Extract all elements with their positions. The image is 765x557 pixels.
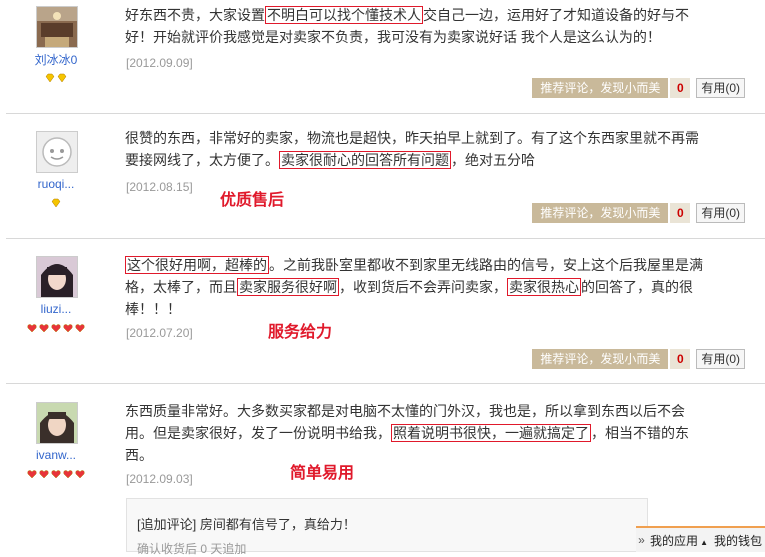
review-date: [2012.07.20] — [126, 326, 193, 340]
heart-icon — [51, 470, 61, 479]
avatar[interactable] — [36, 256, 78, 298]
my-apps-label: 我的应用 — [650, 533, 699, 548]
review-text: 好东西不贵，大家设置 不明白可以找个懂技术人 交自己一边，运用好了才知道设备的好与不… — [125, 4, 705, 48]
review-date: [2012.09.03] — [126, 472, 193, 486]
avatar[interactable] — [36, 6, 78, 48]
annotation-label: 优质售后 — [220, 192, 285, 209]
review-text-segment: ，绝对五分哈 — [451, 152, 535, 168]
my-apps-menu[interactable]: 我的应用 ▲ — [647, 532, 711, 549]
divider — [6, 383, 765, 384]
review-text: 很赞的东西，非常好的卖家，物流也是超快，昨天拍早上就到了。有了这个东西家里就不再… — [125, 127, 705, 171]
review-actions: 推荐评论，发现小而美 0 有用(0) — [532, 78, 745, 98]
recommend-button[interactable]: 推荐评论，发现小而美 — [532, 349, 669, 369]
recommend-count: 0 — [670, 349, 691, 369]
review-text: 东西质量非常好。大多数买家都是对电脑不太懂的门外汉，我也是，所以拿到东西以后不会… — [125, 400, 705, 466]
review-text: 这个很好用啊，超棒的 。之前我卧室里都收不到家里无线路由的信号，安上这个后我屋里是… — [125, 254, 705, 320]
appended-comment: [追加评论] 房间都有信号了，真给力！ 确认收货后 0 天追加 — [126, 498, 648, 556]
review-actions: 推荐评论，发现小而美 0 有用(0) — [532, 349, 745, 369]
heart-icon — [39, 470, 49, 479]
username[interactable]: liuzi... — [22, 302, 90, 316]
annotation-label: 服务给力 — [268, 324, 333, 341]
my-wallet-menu[interactable]: 我的钱包 — [711, 532, 765, 549]
heart-icon — [39, 324, 49, 333]
review-text-segment: ，收到货后不会弄问卖家， — [339, 279, 507, 295]
review-date: [2012.09.09] — [126, 56, 193, 70]
recommend-button[interactable]: 推荐评论，发现小而美 — [532, 203, 669, 223]
highlighted-phrase: 卖家很耐心的回答所有问题 — [279, 151, 451, 169]
rank-badges — [0, 320, 112, 333]
avatar[interactable] — [36, 402, 78, 444]
bottom-toolbar: » 我的应用 ▲ 我的钱包 — [636, 526, 765, 552]
rank-badges — [0, 466, 112, 479]
recommend-button[interactable]: 推荐评论，发现小而美 — [532, 78, 669, 98]
avatar[interactable] — [36, 131, 78, 173]
username[interactable]: ruoqi... — [22, 177, 90, 191]
review-date: [2012.08.15] — [126, 180, 193, 194]
review-actions: 推荐评论，发现小而美 0 有用(0) — [532, 203, 745, 223]
recommend-count: 0 — [670, 203, 691, 223]
default-avatar-icon — [37, 132, 77, 172]
divider — [6, 113, 765, 114]
review-text-segment: 好东西不贵，大家设置 — [125, 7, 265, 23]
highlighted-phrase: 卖家很热心 — [507, 278, 581, 296]
heart-icon — [63, 470, 73, 479]
useful-button[interactable]: 有用(0) — [696, 349, 745, 369]
heart-icon — [27, 470, 37, 479]
heart-icon — [51, 324, 61, 333]
recommend-count: 0 — [670, 78, 691, 98]
heart-icon — [27, 324, 37, 333]
diamond-icon — [45, 73, 55, 83]
heart-icon — [63, 324, 73, 333]
diamond-icon — [57, 73, 67, 83]
useful-button[interactable]: 有用(0) — [696, 78, 745, 98]
highlighted-phrase: 这个很好用啊，超棒的 — [125, 256, 269, 274]
useful-button[interactable]: 有用(0) — [696, 203, 745, 223]
divider — [6, 238, 765, 239]
rank-badges — [0, 70, 112, 83]
annotation-label: 简单易用 — [290, 465, 355, 482]
appended-comment-text: [追加评论] 房间都有信号了，真给力！ — [137, 517, 356, 532]
username[interactable]: 刘冰冰0 — [22, 51, 90, 68]
avatar-room-image — [37, 7, 77, 47]
highlighted-phrase: 不明白可以找个懂技术人 — [265, 6, 423, 24]
diamond-icon — [51, 198, 61, 208]
highlighted-phrase: 照着说明书很快，一遍就搞定了 — [391, 424, 591, 442]
highlighted-phrase: 卖家服务很好啊 — [237, 278, 339, 296]
avatar-photo-image — [37, 403, 77, 443]
username[interactable]: ivanw... — [22, 448, 90, 462]
double-chevron-icon[interactable]: » — [636, 533, 647, 547]
avatar-photo-image — [37, 257, 77, 297]
heart-icon — [75, 470, 85, 479]
rank-badges — [0, 195, 112, 208]
caret-up-icon: ▲ — [700, 537, 708, 547]
heart-icon — [75, 324, 85, 333]
appended-comment-meta: 确认收货后 0 天追加 — [137, 542, 247, 556]
